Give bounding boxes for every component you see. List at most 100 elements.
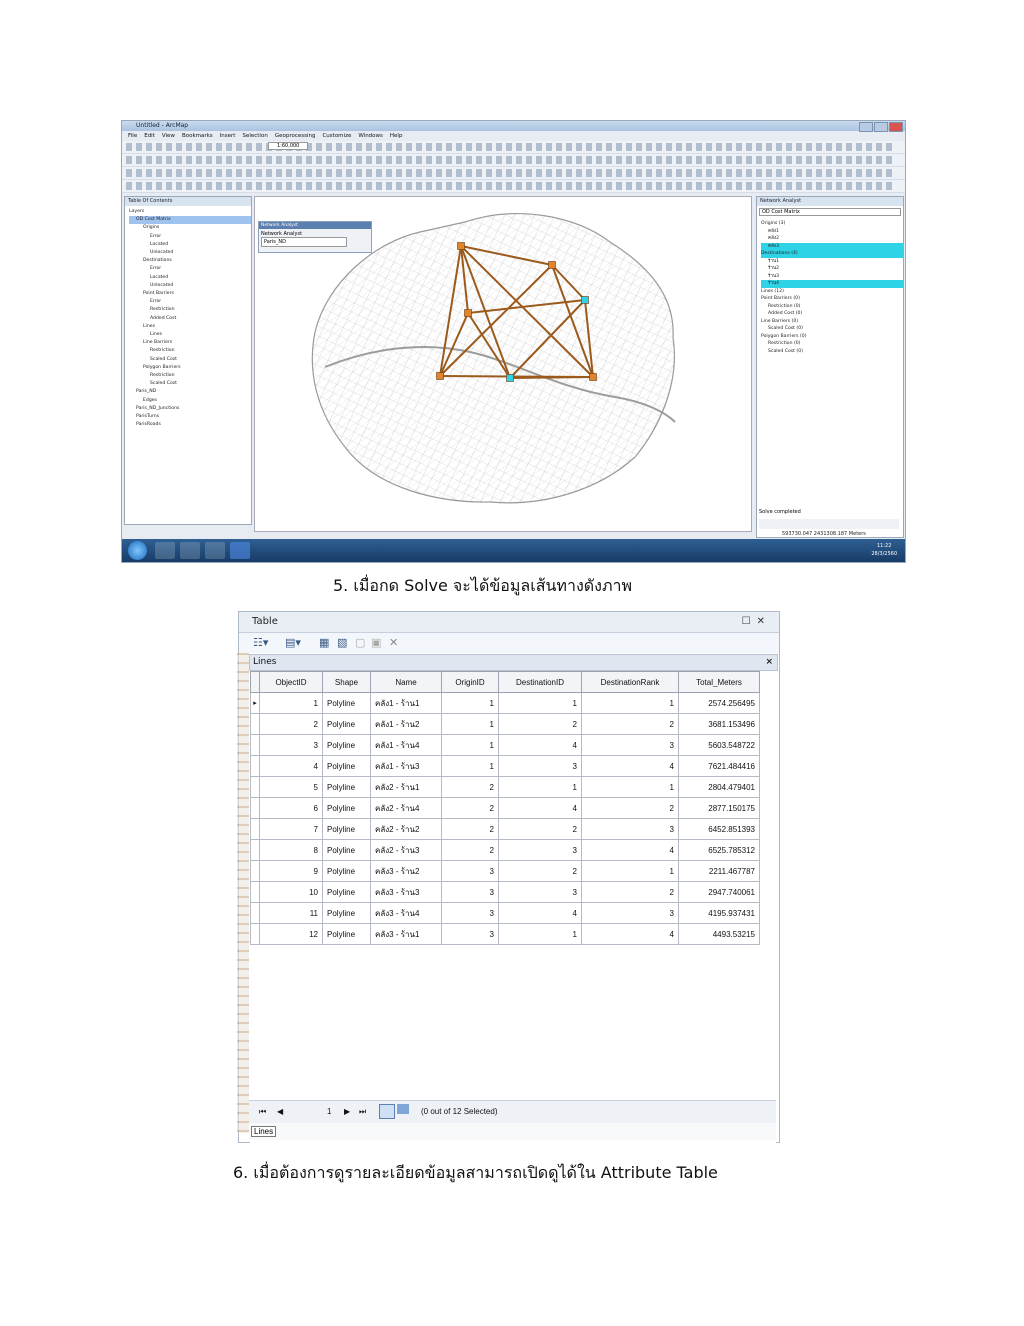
toc-item[interactable]: Restriction (129, 372, 251, 380)
column-header-total_meters[interactable]: Total_Meters (678, 671, 760, 693)
toc-item[interactable]: Polygon Barriers (129, 364, 251, 372)
table-cell[interactable]: คลัง2 - ร้าน4 (370, 797, 442, 819)
column-header-destinationid[interactable]: DestinationID (498, 671, 582, 693)
table-cell[interactable]: คลัง3 - ร้าน4 (370, 902, 442, 924)
table-cell[interactable]: 12 (259, 923, 323, 945)
table-cell[interactable]: 2947.740061 (678, 881, 760, 903)
table-cell[interactable]: 2 (441, 776, 499, 798)
toc-item[interactable]: OD Cost Matrix (129, 216, 251, 225)
row-selector[interactable] (250, 923, 260, 945)
table-cell[interactable]: 1 (259, 692, 323, 714)
toc-item[interactable]: Unlocated (129, 249, 251, 257)
menu-insert[interactable]: Insert (220, 131, 236, 141)
start-button[interactable] (128, 541, 147, 560)
switch-selection-icon[interactable]: ▧ (337, 636, 347, 649)
od-point[interactable] (548, 261, 556, 269)
column-header-shape[interactable]: Shape (322, 671, 371, 693)
od-point[interactable] (464, 309, 472, 317)
na-item[interactable]: Point Barriers (0) (761, 295, 903, 303)
na-item[interactable]: ร้าน3 (761, 273, 903, 281)
table-cell[interactable]: 1 (498, 776, 582, 798)
na-item[interactable]: คลัง3 (761, 242, 903, 250)
related-tables-icon[interactable]: ▤▾ (285, 636, 301, 649)
na-dataset-select[interactable]: Paris_ND (261, 237, 347, 247)
na-item[interactable]: ร้าน1 (761, 258, 903, 266)
toc-item[interactable]: Point Barriers (129, 290, 251, 298)
column-header-name[interactable]: Name (370, 671, 442, 693)
toc-item[interactable]: Located (129, 241, 251, 249)
od-point[interactable] (581, 296, 589, 304)
na-item[interactable]: Restriction (0) (761, 340, 903, 348)
na-item[interactable]: Scaled Cost (0) (761, 325, 903, 333)
table-cell[interactable]: 8 (259, 839, 323, 861)
table-cell[interactable]: 1 (581, 692, 679, 714)
table-cell[interactable]: 3 (581, 902, 679, 924)
na-item[interactable]: Destinations (4) (761, 250, 903, 258)
row-selector[interactable] (250, 818, 260, 840)
toc-item[interactable]: Error (129, 233, 251, 241)
na-analysis-select[interactable]: OD Cost Matrix (759, 208, 901, 216)
table-cell[interactable]: 4 (498, 734, 582, 756)
toc-item[interactable]: Restriction (129, 306, 251, 314)
table-row[interactable]: 4 Polyline คลัง1 - ร้าน3 1 3 4 7621.484416 (250, 755, 760, 777)
table-cell[interactable]: 2 (498, 713, 582, 735)
toc-item[interactable]: ParisTurns (129, 413, 251, 421)
table-row[interactable]: 2 Polyline คลัง1 - ร้าน2 1 2 2 3681.153496 (250, 713, 760, 735)
menu-customize[interactable]: Customize (322, 131, 351, 141)
menu-view[interactable]: View (162, 131, 175, 141)
table-cell[interactable]: 3 (581, 818, 679, 840)
table-cell[interactable]: 4 (498, 902, 582, 924)
toc-item[interactable]: Restriction (129, 347, 251, 355)
table-cell[interactable]: Polyline (322, 839, 371, 861)
table-cell[interactable]: คลัง2 - ร้าน2 (370, 818, 442, 840)
menu-windows[interactable]: Windows (358, 131, 383, 141)
menu-bookmarks[interactable]: Bookmarks (182, 131, 213, 141)
table-cell[interactable]: 3 (441, 860, 499, 882)
current-record-number[interactable]: 1 (327, 1107, 331, 1116)
table-cell[interactable]: คลัง2 - ร้าน1 (370, 776, 442, 798)
column-header-originid[interactable]: OriginID (441, 671, 499, 693)
row-selector[interactable] (250, 860, 260, 882)
table-cell[interactable]: Polyline (322, 713, 371, 735)
table-cell[interactable]: 2 (441, 839, 499, 861)
table-cell[interactable]: คลัง1 - ร้าน1 (370, 692, 442, 714)
table-cell[interactable]: 4 (581, 755, 679, 777)
row-selector[interactable] (250, 902, 260, 924)
od-point[interactable] (506, 374, 514, 382)
table-cell[interactable]: 2 (581, 797, 679, 819)
toc-item[interactable]: Line Barriers (129, 339, 251, 347)
table-cell[interactable]: 2 (441, 797, 499, 819)
table-cell[interactable]: 5603.548722 (678, 734, 760, 756)
na-item[interactable]: Origins (3) (761, 220, 903, 228)
menu-geoprocessing[interactable]: Geoprocessing (275, 131, 316, 141)
table-cell[interactable]: คลัง3 - ร้าน3 (370, 881, 442, 903)
taskbar-app-word[interactable] (230, 542, 250, 559)
show-all-records-button[interactable] (379, 1104, 395, 1119)
toc-item[interactable]: Origins (129, 224, 251, 232)
table-cell[interactable]: Polyline (322, 797, 371, 819)
table-row[interactable]: 9 Polyline คลัง3 - ร้าน2 3 2 1 2211.467787 (250, 860, 760, 882)
table-cell[interactable]: 3 (498, 881, 582, 903)
row-selector[interactable] (250, 734, 260, 756)
table-row[interactable]: 11 Polyline คลัง3 - ร้าน4 3 4 3 4195.937431 (250, 902, 760, 924)
row-selector[interactable] (250, 797, 260, 819)
row-selector[interactable] (250, 881, 260, 903)
first-record-icon[interactable]: ⏮ (259, 1107, 266, 1117)
next-record-icon[interactable]: ▶ (344, 1107, 350, 1116)
table-cell[interactable]: Polyline (322, 902, 371, 924)
table-cell[interactable]: 2211.467787 (678, 860, 760, 882)
table-cell[interactable]: 4 (581, 923, 679, 945)
table-cell[interactable]: 1 (441, 734, 499, 756)
table-cell[interactable]: Polyline (322, 818, 371, 840)
table-cell[interactable]: คลัง1 - ร้าน2 (370, 713, 442, 735)
lines-tab[interactable]: Lines (251, 1126, 277, 1137)
table-options-icon[interactable]: ☷▾ (253, 636, 268, 649)
table-cell[interactable]: 1 (441, 692, 499, 714)
menu-help[interactable]: Help (390, 131, 403, 141)
column-header-objectid[interactable]: ObjectID (259, 671, 323, 693)
table-cell[interactable]: Polyline (322, 755, 371, 777)
toc-item[interactable]: Paris_ND (129, 388, 251, 396)
table-cell[interactable]: คลัง1 - ร้าน3 (370, 755, 442, 777)
od-point[interactable] (457, 242, 465, 250)
table-cell[interactable]: 1 (498, 923, 582, 945)
